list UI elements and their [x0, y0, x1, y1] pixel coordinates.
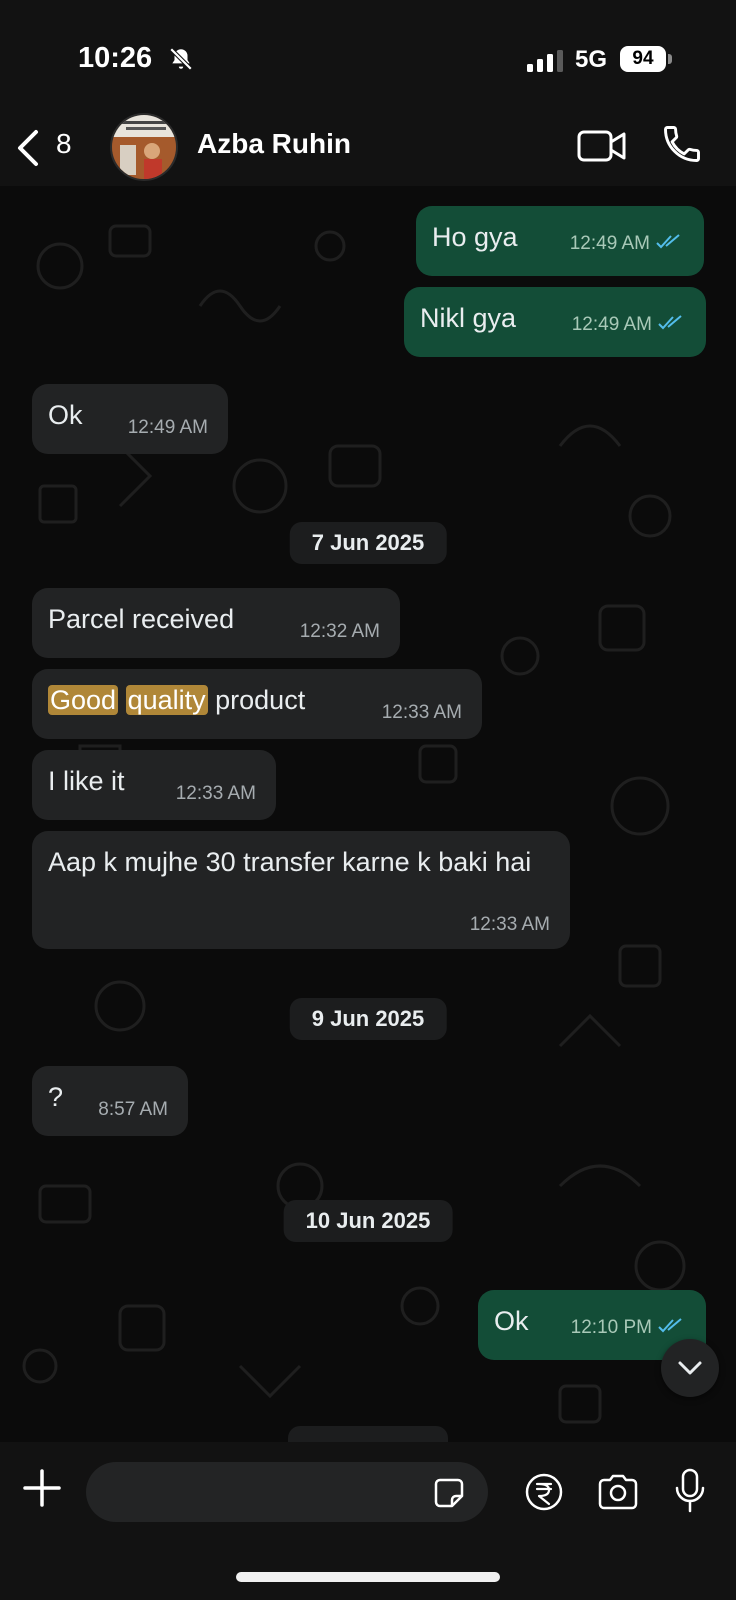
message-bubble[interactable]: Ok 12:49 AM	[32, 384, 228, 454]
message-text: Ok	[494, 1306, 529, 1336]
message-text: Aap k mujhe 30 transfer karne k baki hai	[48, 847, 532, 877]
phone-call-icon[interactable]	[660, 122, 704, 166]
date-separator-partial	[288, 1426, 448, 1442]
rupee-payment-icon[interactable]	[524, 1472, 564, 1512]
message-time: 12:10 PM	[570, 1316, 652, 1338]
battery-tip	[668, 54, 672, 64]
camera-icon[interactable]	[596, 1472, 640, 1512]
plus-icon[interactable]	[22, 1468, 62, 1508]
chevron-down-icon	[678, 1361, 702, 1375]
home-indicator	[236, 1572, 500, 1582]
message-bubble[interactable]: Nikl gya 12:49 AM	[404, 287, 706, 357]
message-bubble[interactable]: Ho gya 12:49 AM	[416, 206, 704, 276]
network-label: 5G	[575, 46, 608, 73]
message-text: Parcel received	[48, 604, 235, 634]
date-separator: 9 Jun 2025	[289, 998, 447, 1040]
message-text: I like it	[48, 766, 125, 796]
message-bubble[interactable]: ? 8:57 AM	[32, 1066, 188, 1136]
message-time: 8:57 AM	[98, 1099, 168, 1121]
status-time: 10:26	[78, 42, 153, 74]
chevron-left-icon	[18, 130, 38, 166]
status-bar: 10:26 5G 94	[0, 0, 736, 110]
scroll-to-bottom-button[interactable]	[661, 1339, 719, 1397]
message-bubble[interactable]: Aap k mujhe 30 transfer karne k baki hai…	[32, 831, 570, 949]
message-text: Ho gya	[432, 222, 518, 252]
message-time: 12:32 AM	[299, 621, 380, 643]
message-text: ?	[48, 1082, 64, 1112]
composer-bar	[0, 1442, 736, 1600]
avatar[interactable]	[110, 113, 178, 181]
highlighted-word: quality	[125, 685, 208, 715]
date-separator: 10 Jun 2025	[283, 1200, 453, 1242]
microphone-icon[interactable]	[674, 1468, 706, 1514]
bell-off-icon	[169, 47, 193, 71]
message-text: product	[215, 685, 306, 715]
back-button[interactable]	[14, 124, 42, 172]
read-ticks-icon	[656, 233, 680, 249]
date-separator: 7 Jun 2025	[289, 522, 447, 564]
read-ticks-icon	[658, 314, 682, 330]
video-call-icon[interactable]	[577, 126, 627, 166]
message-text: Ok	[48, 400, 83, 430]
chat-area[interactable]: Ho gya 12:49 AM Nikl gya 12:49 AM Ok 12:…	[0, 186, 736, 1442]
message-bubble[interactable]: Parcel received 12:32 AM	[32, 588, 400, 658]
message-time: 12:49 AM	[127, 417, 208, 439]
message-bubble[interactable]: I like it 12:33 AM	[32, 750, 276, 820]
chat-header: 8 Azba Ruhin	[0, 110, 736, 186]
message-time: 12:49 AM	[571, 313, 652, 335]
read-ticks-icon	[658, 1317, 682, 1333]
message-bubble[interactable]: Good quality product 12:33 AM	[32, 669, 482, 739]
message-time: 12:33 AM	[175, 783, 256, 805]
message-text: Nikl gya	[420, 303, 517, 333]
message-time: 12:49 AM	[569, 232, 650, 254]
unread-chats-count[interactable]: 8	[56, 128, 72, 160]
battery-icon: 94	[620, 46, 666, 72]
message-time: 12:33 AM	[469, 914, 550, 936]
message-time: 12:33 AM	[381, 702, 462, 724]
highlighted-word: Good	[48, 685, 119, 715]
sticker-icon[interactable]	[432, 1476, 466, 1510]
message-input[interactable]	[86, 1462, 488, 1522]
avatar-image	[112, 115, 176, 179]
contact-name[interactable]: Azba Ruhin	[197, 128, 351, 160]
signal-icon	[527, 50, 563, 72]
